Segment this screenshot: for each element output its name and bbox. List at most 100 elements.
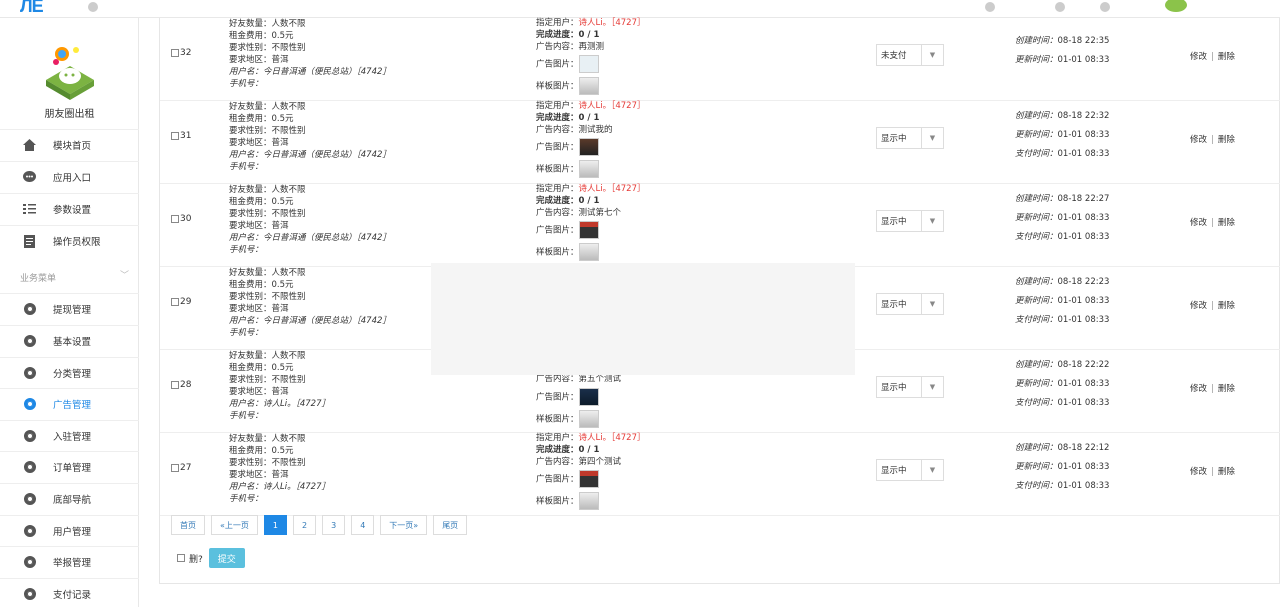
row-checkbox[interactable]: 27 xyxy=(171,463,191,473)
pagination: 首页 «上一页 1 2 3 4 下一页» 尾页 xyxy=(171,515,468,535)
user-icon[interactable] xyxy=(1100,2,1110,12)
redacted-area xyxy=(431,263,855,375)
gear-icon xyxy=(23,588,36,601)
sidebar-item-label: 订单管理 xyxy=(53,463,92,474)
ad-info: 指定用户：诗人Li。［4727］ 完成进度：0 / 1 广告内容：再测测 广告图… xyxy=(536,18,646,96)
sample-image[interactable] xyxy=(578,77,599,96)
delete-link[interactable]: 删除 xyxy=(1218,218,1235,228)
row-actions: 修改 | 删除 xyxy=(1190,218,1235,228)
sidebar-item-ads[interactable]: 广告管理 xyxy=(0,388,139,419)
chevron-down-icon: ▼ xyxy=(921,211,943,231)
page-1[interactable]: 1 xyxy=(263,515,287,535)
sample-image[interactable] xyxy=(578,160,599,179)
rental-info: 好友数量：人数不限 租金费用：0.5元 要求性别：不限性别 要求地区：普洱 用户… xyxy=(229,351,330,421)
status-select[interactable]: 显示中 ▼ xyxy=(876,459,944,481)
status-select[interactable]: 显示中 ▼ xyxy=(876,376,944,398)
timestamps: 创建时间：08-18 22:35 更新时间：01-01 08:33 xyxy=(1015,36,1110,65)
submit-button[interactable]: 提交 xyxy=(208,548,245,568)
bell-icon[interactable] xyxy=(1055,2,1065,12)
delete-link[interactable]: 删除 xyxy=(1218,384,1235,394)
chevron-down-icon[interactable]: ﹀ xyxy=(120,268,129,281)
row-actions: 修改 | 删除 xyxy=(1190,52,1235,62)
status-select[interactable]: 显示中 ▼ xyxy=(876,293,944,315)
sidebar-item-label: 底部导航 xyxy=(53,495,92,506)
sidebar-item-label: 应用入口 xyxy=(53,173,92,184)
home-icon[interactable] xyxy=(88,2,98,12)
sidebar-item-entry[interactable]: 应用入口 xyxy=(0,161,139,192)
top-bar: ЛЕ xyxy=(0,0,1280,18)
sidebar-item-users[interactable]: 用户管理 xyxy=(0,515,139,546)
sample-image[interactable] xyxy=(578,243,599,262)
sidebar-item-settle[interactable]: 入驻管理 xyxy=(0,420,139,451)
row-actions: 修改 | 删除 xyxy=(1190,467,1235,477)
ad-image[interactable] xyxy=(578,55,599,74)
sample-image[interactable] xyxy=(578,492,599,511)
sidebar-item-label: 入驻管理 xyxy=(53,432,92,443)
table-row: 32 好友数量：人数不限 租金费用：0.5元 要求性别：不限性别 要求地区：普洱… xyxy=(160,18,1280,101)
gear-icon xyxy=(23,461,36,474)
page-last[interactable]: 尾页 xyxy=(433,515,468,535)
rental-info: 好友数量：人数不限 租金费用：0.5元 要求性别：不限性别 要求地区：普洱 用户… xyxy=(229,102,391,172)
edit-link[interactable]: 修改 xyxy=(1190,52,1207,62)
sidebar-item-operators[interactable]: 操作员权限 xyxy=(0,225,139,256)
sidebar: 朋友圈出租 模块首页 应用入口 参数设置 操作员权限 业务菜单 ﹀ 提现管理 基… xyxy=(0,18,139,607)
ads-table: 32 好友数量：人数不限 租金费用：0.5元 要求性别：不限性别 要求地区：普洱… xyxy=(159,18,1280,584)
edit-link[interactable]: 修改 xyxy=(1190,218,1207,228)
page-4[interactable]: 4 xyxy=(351,515,375,535)
row-checkbox[interactable]: 32 xyxy=(171,48,191,58)
app-logo[interactable]: ЛЕ xyxy=(20,0,44,17)
sidebar-item-label: 用户管理 xyxy=(53,527,92,538)
sidebar-item-params[interactable]: 参数设置 xyxy=(0,193,139,224)
avatar[interactable] xyxy=(1165,0,1187,12)
ad-image[interactable] xyxy=(578,470,599,489)
delete-link[interactable]: 删除 xyxy=(1218,467,1235,477)
page-prev[interactable]: «上一页 xyxy=(211,515,258,535)
row-actions: 修改 | 删除 xyxy=(1190,301,1235,311)
ad-image[interactable] xyxy=(578,387,599,406)
edit-link[interactable]: 修改 xyxy=(1190,384,1207,394)
status-select[interactable]: 显示中 ▼ xyxy=(876,210,944,232)
gear-icon xyxy=(23,430,36,443)
row-checkbox[interactable]: 29 xyxy=(171,297,191,307)
sample-image[interactable] xyxy=(578,409,599,428)
edit-link[interactable]: 修改 xyxy=(1190,301,1207,311)
chevron-down-icon: ▼ xyxy=(921,460,943,480)
sidebar-item-label: 支付记录 xyxy=(53,590,92,601)
row-checkbox[interactable]: 31 xyxy=(171,131,191,141)
delete-link[interactable]: 删除 xyxy=(1218,52,1235,62)
sidebar-item-category[interactable]: 分类管理 xyxy=(0,357,139,388)
sidebar-item-withdraw[interactable]: 提现管理 xyxy=(0,293,139,324)
status-select[interactable]: 未支付 ▼ xyxy=(876,44,944,66)
status-select[interactable]: 显示中 ▼ xyxy=(876,127,944,149)
sidebar-item-payments[interactable]: 支付记录 xyxy=(0,578,139,609)
sidebar-item-bottom-nav[interactable]: 底部导航 xyxy=(0,483,139,514)
sidebar-item-basic[interactable]: 基本设置 xyxy=(0,325,139,356)
chevron-down-icon: ▼ xyxy=(921,128,943,148)
gear-icon xyxy=(23,493,36,506)
ad-image[interactable] xyxy=(578,221,599,240)
select-all-checkbox[interactable] xyxy=(177,554,185,562)
sidebar-item-label: 模块首页 xyxy=(53,141,92,152)
page-next[interactable]: 下一页» xyxy=(380,515,428,535)
gear-icon xyxy=(23,303,36,316)
row-checkbox[interactable]: 28 xyxy=(171,380,191,390)
sidebar-item-orders[interactable]: 订单管理 xyxy=(0,451,139,482)
list-icon xyxy=(23,203,36,216)
page-2[interactable]: 2 xyxy=(293,515,317,535)
row-actions: 修改 | 删除 xyxy=(1190,384,1235,394)
row-checkbox[interactable]: 30 xyxy=(171,214,191,224)
table-row: 31 好友数量：人数不限 租金费用：0.5元 要求性别：不限性别 要求地区：普洱… xyxy=(160,101,1280,184)
delete-link[interactable]: 删除 xyxy=(1218,135,1235,145)
edit-link[interactable]: 修改 xyxy=(1190,467,1207,477)
sidebar-item-reports[interactable]: 举报管理 xyxy=(0,546,139,577)
page-3[interactable]: 3 xyxy=(322,515,346,535)
sidebar-item-home[interactable]: 模块首页 xyxy=(0,129,139,160)
sidebar-item-label: 广告管理 xyxy=(53,400,92,411)
ad-info: 广告内容：第五个测试 广告图片： 样板图片： xyxy=(536,374,621,428)
help-icon[interactable] xyxy=(985,2,995,12)
delete-link[interactable]: 删除 xyxy=(1218,301,1235,311)
page-first[interactable]: 首页 xyxy=(171,515,205,535)
ad-image[interactable] xyxy=(578,138,599,157)
edit-link[interactable]: 修改 xyxy=(1190,135,1207,145)
rental-info: 好友数量：人数不限 租金费用：0.5元 要求性别：不限性别 要求地区：普洱 用户… xyxy=(229,434,330,504)
